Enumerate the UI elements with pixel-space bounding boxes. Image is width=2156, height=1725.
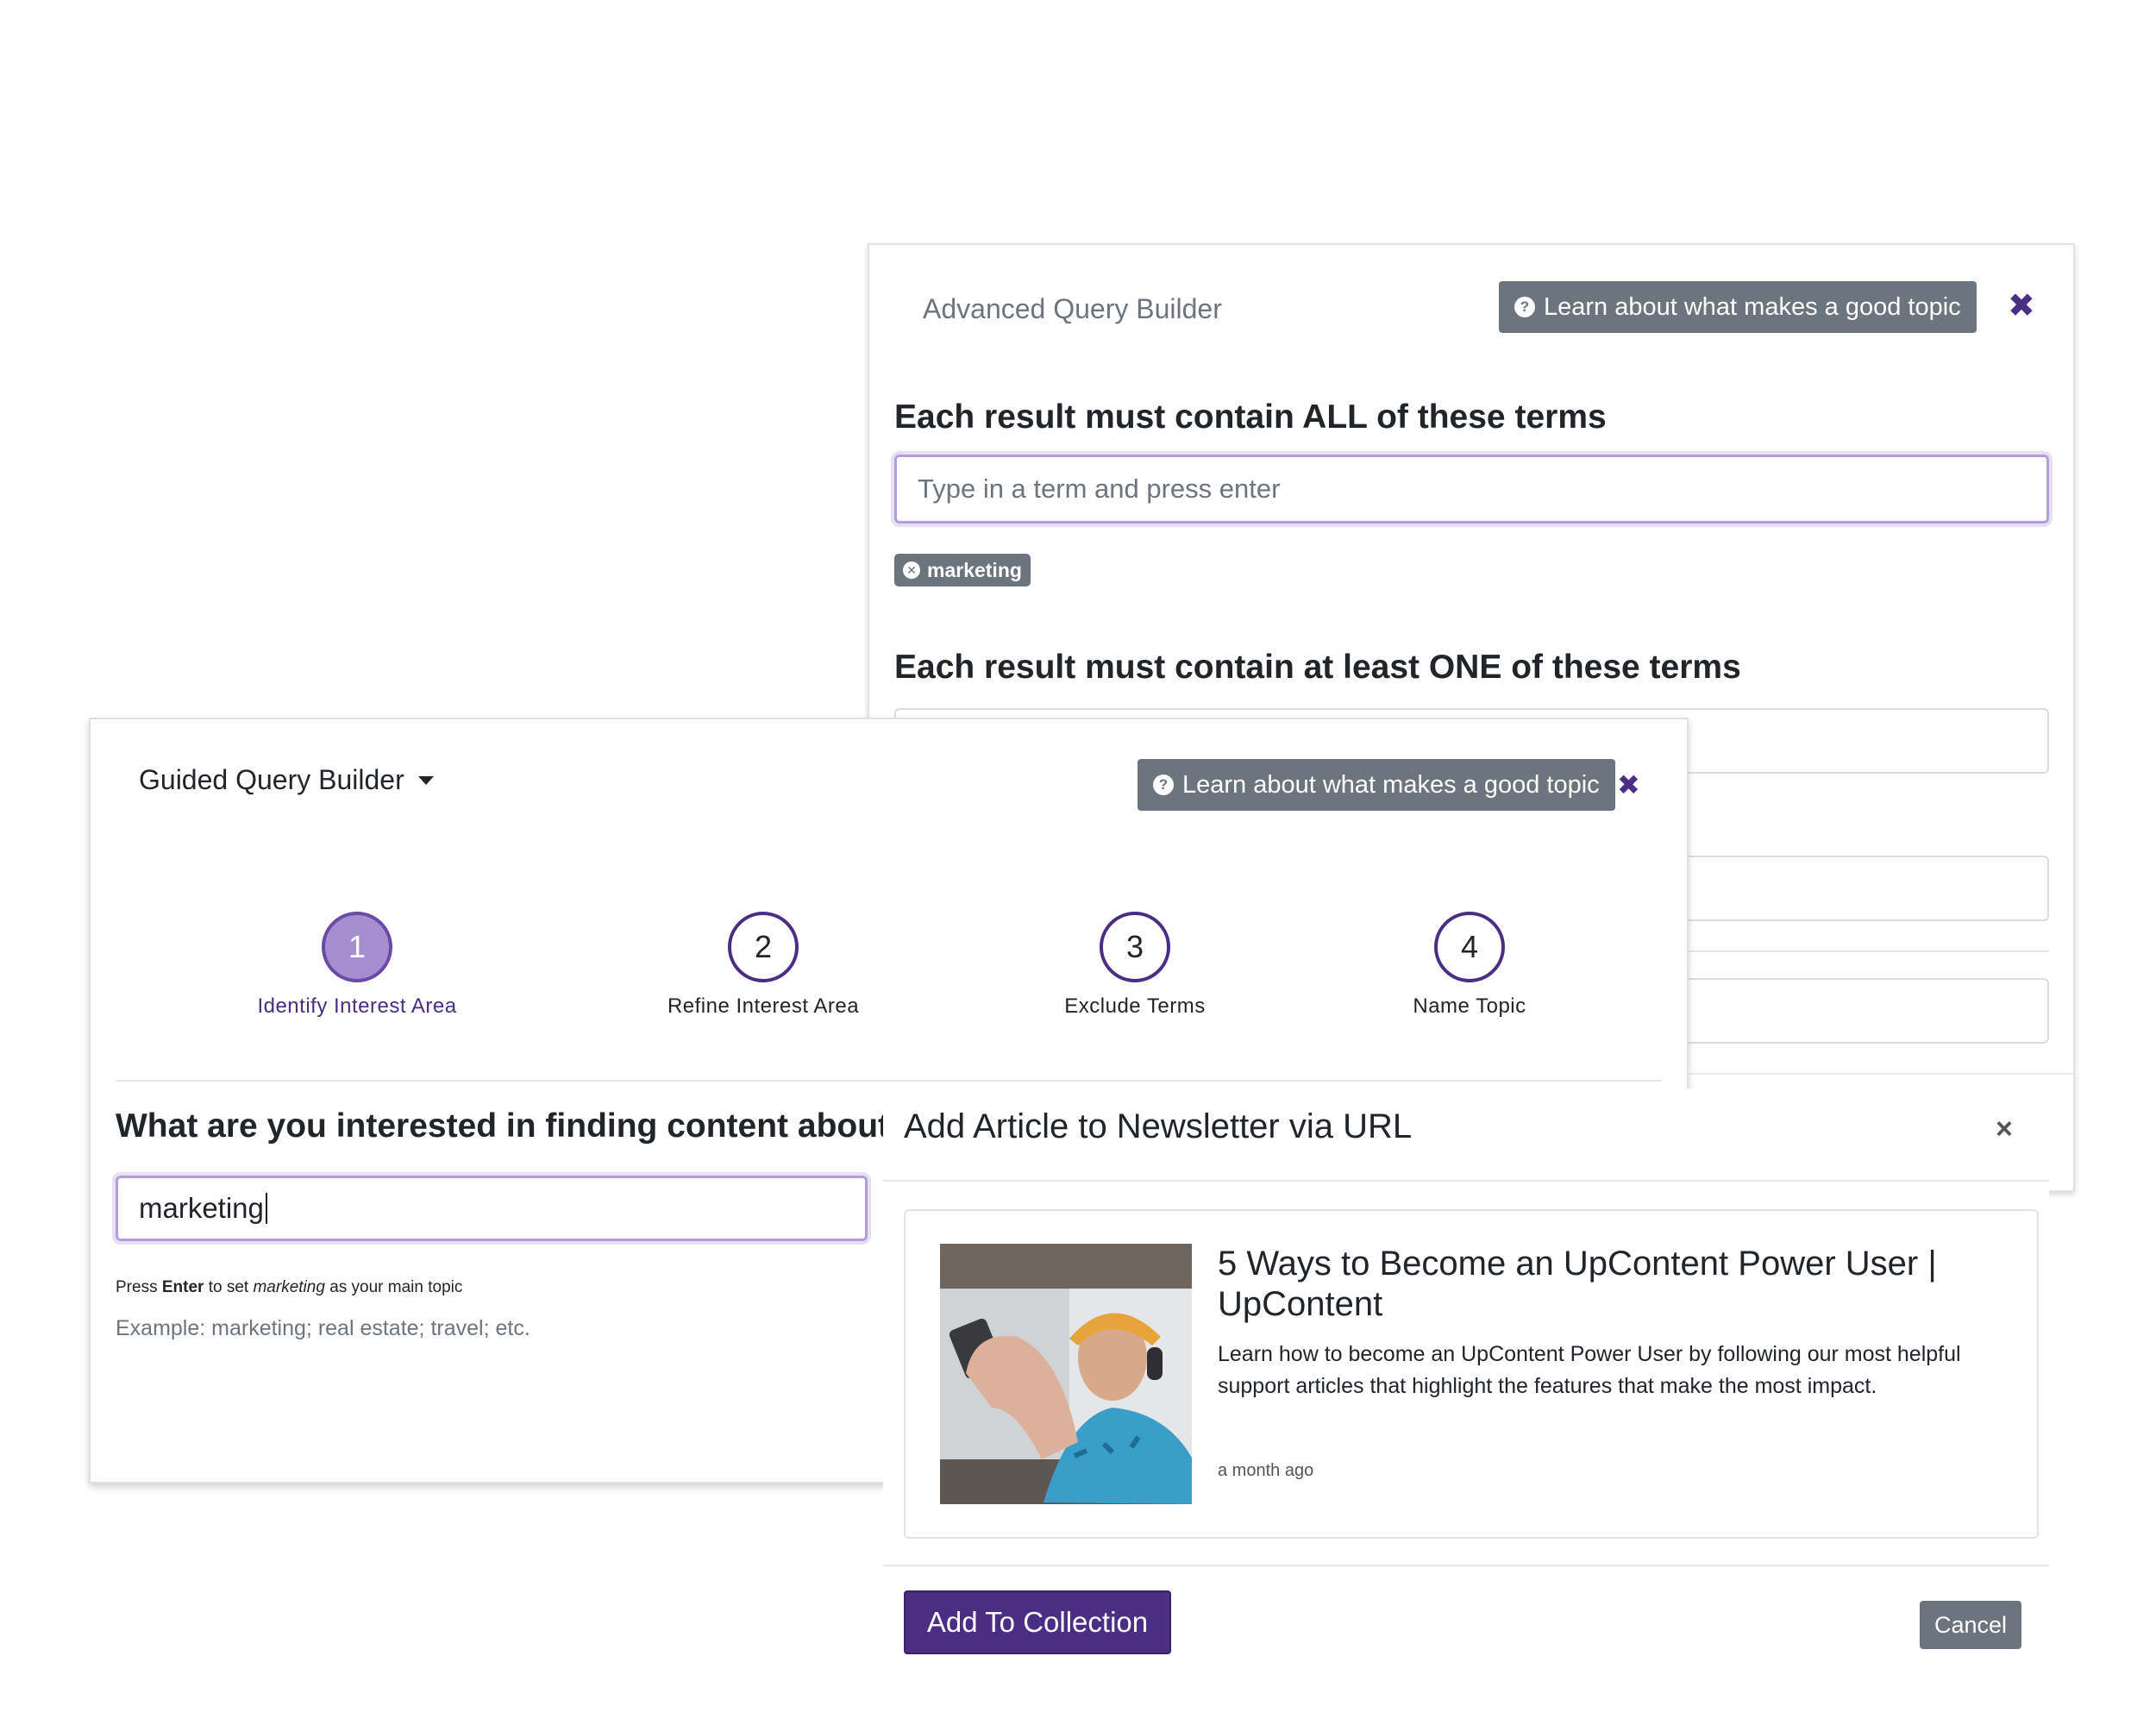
step-number: 1 — [322, 912, 392, 982]
hint-term: marketing — [253, 1278, 325, 1296]
interest-question: What are you interested in finding conte… — [116, 1107, 910, 1145]
interest-input-value: marketing — [139, 1192, 264, 1224]
step-number: 3 — [1100, 912, 1170, 982]
term-chip: ✕ marketing — [894, 554, 1031, 586]
hint-prefix: Press — [116, 1278, 158, 1296]
step-label: Identify Interest Area — [257, 994, 457, 1018]
step-label: Exclude Terms — [1064, 994, 1206, 1018]
close-icon[interactable]: ✖ — [1617, 771, 1640, 799]
article-description: Learn how to become an UpContent Power U… — [1218, 1342, 1961, 1398]
learn-good-topic-button[interactable]: ? Learn about what makes a good topic — [1138, 759, 1615, 811]
add-to-collection-button[interactable]: Add To Collection — [904, 1590, 1171, 1654]
article-card[interactable]: 5 Ways to Become an UpContent Power User… — [904, 1209, 2039, 1539]
remove-chip-icon[interactable]: ✕ — [903, 561, 920, 579]
all-terms-input[interactable]: Type in a term and press enter — [894, 455, 2049, 524]
step-number: 4 — [1434, 912, 1505, 982]
cancel-button[interactable]: Cancel — [1920, 1601, 2021, 1649]
close-icon[interactable]: × — [1996, 1114, 2013, 1144]
all-terms-placeholder: Type in a term and press enter — [918, 474, 1281, 504]
footer-divider — [883, 1565, 2049, 1566]
one-terms-heading: Each result must contain at least ONE of… — [894, 649, 1741, 686]
step-label: Refine Interest Area — [667, 994, 860, 1018]
header-divider — [883, 1180, 2049, 1182]
hint-middle: to set — [208, 1278, 249, 1296]
thumbnail-image — [940, 1244, 1192, 1504]
term-chip-label: marketing — [927, 558, 1022, 581]
hint-suffix: as your main topic — [329, 1278, 463, 1296]
example-text: Example: marketing; real estate; travel;… — [116, 1316, 530, 1340]
hint-key: Enter — [161, 1278, 204, 1296]
text-cursor — [265, 1193, 267, 1224]
step-label: Name Topic — [1413, 994, 1526, 1018]
step-refine-interest-area[interactable]: 2 Refine Interest Area — [608, 912, 918, 1019]
advanced-query-builder-title: Advanced Query Builder — [923, 293, 1222, 324]
step-identify-interest-area[interactable]: 1 Identify Interest Area — [202, 912, 512, 1019]
enter-hint: Press Enter to set marketing as your mai… — [116, 1278, 462, 1297]
learn-good-topic-label: Learn about what makes a good topic — [1544, 292, 1961, 321]
interest-input[interactable]: marketing — [116, 1176, 868, 1241]
learn-good-topic-label: Learn about what makes a good topic — [1182, 770, 1600, 799]
close-icon[interactable]: ✖ — [2008, 290, 2035, 323]
builder-mode-dropdown[interactable]: Guided Query Builder — [139, 764, 434, 796]
question-circle-icon: ? — [1514, 297, 1535, 317]
builder-mode-label: Guided Query Builder — [139, 764, 404, 795]
question-circle-icon: ? — [1153, 775, 1174, 795]
learn-good-topic-button[interactable]: ? Learn about what makes a good topic — [1499, 281, 1977, 333]
article-title[interactable]: 5 Ways to Become an UpContent Power User… — [1218, 1244, 1994, 1325]
all-terms-heading: Each result must contain ALL of these te… — [894, 398, 1607, 436]
modal-title: Add Article to Newsletter via URL — [904, 1107, 1413, 1145]
step-exclude-terms[interactable]: 3 Exclude Terms — [980, 912, 1290, 1019]
step-name-topic[interactable]: 4 Name Topic — [1314, 912, 1625, 1019]
add-article-modal: Add Article to Newsletter via URL × 5 Wa… — [883, 1088, 2049, 1725]
section-divider — [116, 1080, 1661, 1082]
article-timestamp: a month ago — [1218, 1461, 1314, 1480]
step-number: 2 — [728, 912, 799, 982]
caret-down-icon — [417, 775, 434, 785]
article-thumbnail — [940, 1244, 1192, 1504]
